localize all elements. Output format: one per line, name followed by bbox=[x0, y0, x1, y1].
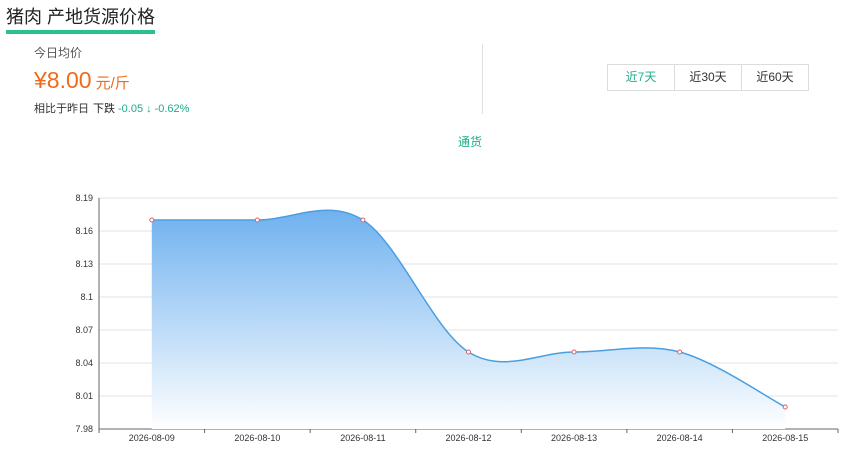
data-point bbox=[571, 349, 577, 355]
y-tick-label: 8.16 bbox=[75, 226, 93, 236]
x-tick-label: 2026-08-15 bbox=[762, 433, 808, 443]
y-tick-label: 8.13 bbox=[75, 259, 93, 269]
series-area bbox=[151, 210, 786, 429]
y-tick-label: 8.01 bbox=[75, 391, 93, 401]
data-point bbox=[254, 217, 260, 223]
x-tick-label: 2026-08-11 bbox=[340, 433, 385, 443]
price-chart: 7.98 8.01 8.04 8.07 8.1 8.13 8.16 8.19 2026-08-0… bbox=[75, 193, 839, 443]
data-point bbox=[466, 349, 471, 355]
y-tick-label: 8.07 bbox=[75, 325, 93, 335]
data-point bbox=[149, 217, 155, 223]
y-tick-label: 8.04 bbox=[75, 358, 93, 368]
x-tick-label: 2026-08-09 bbox=[129, 433, 175, 443]
data-point bbox=[782, 404, 788, 410]
x-tick-label: 2026-08-13 bbox=[551, 433, 597, 443]
x-tick-label: 2026-08-12 bbox=[445, 433, 491, 443]
x-tick-label: 2026-08-10 bbox=[234, 433, 280, 443]
y-tick-label: 8.19 bbox=[75, 193, 93, 203]
y-tick-label: 7.98 bbox=[75, 424, 93, 434]
data-point bbox=[677, 349, 683, 355]
data-point bbox=[360, 217, 366, 223]
y-tick-label: 8.1 bbox=[80, 292, 93, 302]
x-tick-label: 2026-08-14 bbox=[657, 433, 703, 443]
